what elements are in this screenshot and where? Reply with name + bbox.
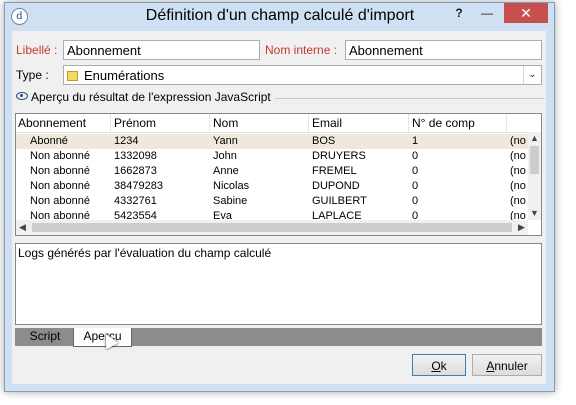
dialog-window: d Définition d'un champ calculé d'import…	[4, 2, 555, 392]
table-cell: Non abonné	[30, 195, 90, 207]
table-cell: Anne	[213, 165, 239, 177]
table-cell: DUPOND	[312, 180, 360, 192]
ok-mnemonic: O	[431, 359, 441, 373]
table-cell: (no	[510, 180, 526, 192]
horizontal-scrollbar[interactable]: ◀ ▶	[16, 220, 528, 235]
column-header[interactable]: N° de comp	[412, 116, 475, 130]
column-divider[interactable]	[506, 114, 507, 132]
type-value: Enumérations	[84, 68, 165, 83]
dialog-body: Libellé : Abonnement Nom interne : Abonn…	[12, 31, 546, 384]
scrollbar-thumb[interactable]	[32, 223, 512, 232]
table-cell: (no	[510, 150, 526, 162]
libelle-input[interactable]: Abonnement	[63, 40, 260, 60]
table-cell: 0	[412, 150, 419, 162]
preview-section-header: Aperçu du résultat de l'expression JavaS…	[12, 90, 546, 105]
column-header[interactable]: Abonnement	[18, 116, 86, 130]
logs-panel[interactable]: Logs générés par l'évaluation du champ c…	[15, 243, 542, 325]
column-divider[interactable]	[408, 114, 409, 132]
preview-table[interactable]: Abonnement Prénom Nom Email N° de comp A…	[15, 113, 542, 236]
table-row[interactable]: Non abonné 1662873 Anne FREMEL 0 (no	[16, 164, 528, 179]
table-cell: Yann	[213, 135, 238, 147]
scrollbar-thumb[interactable]	[530, 146, 539, 174]
table-cell: GUILBERT	[312, 195, 367, 207]
help-button[interactable]: ?	[447, 3, 471, 23]
table-row[interactable]: Non abonné 1332098 John DRUYERS 0 (no	[16, 149, 528, 164]
minimize-button[interactable]: —	[475, 3, 499, 23]
title-bar[interactable]: d Définition d'un champ calculé d'import…	[5, 3, 554, 29]
eye-icon	[16, 92, 28, 100]
tab-script[interactable]: Script	[21, 328, 69, 345]
column-header[interactable]: Nom	[213, 116, 238, 130]
table-cell: Non abonné	[30, 150, 90, 162]
cancel-button[interactable]: Annuler	[472, 354, 542, 376]
preview-section-title: Aperçu du résultat de l'expression JavaS…	[31, 90, 271, 104]
table-cell: 1332098	[114, 150, 157, 162]
divider	[275, 98, 545, 99]
table-row[interactable]: Non abonné 38479283 Nicolas DUPOND 0 (no	[16, 179, 528, 194]
libelle-label: Libellé :	[16, 43, 58, 57]
type-select[interactable]: Enumérations ⌄	[63, 65, 542, 85]
table-cell: 1234	[114, 135, 139, 147]
enumeration-icon	[67, 71, 78, 81]
scroll-left-icon[interactable]: ◀	[16, 220, 29, 235]
scroll-right-icon[interactable]: ▶	[515, 220, 528, 235]
table-cell: 0	[412, 180, 419, 192]
table-cell: (no	[510, 195, 526, 207]
type-label: Type :	[16, 68, 49, 82]
table-cell: 1	[412, 135, 419, 147]
cancel-label-rest: nnuler	[494, 359, 528, 373]
column-header[interactable]: Email	[312, 116, 342, 130]
nom-interne-label: Nom interne :	[265, 43, 338, 57]
table-cell: (no	[510, 165, 526, 177]
table-header: Abonnement Prénom Nom Email N° de comp	[16, 114, 541, 133]
table-cell: 0	[412, 195, 419, 207]
table-cell: DRUYERS	[312, 150, 366, 162]
table-cell: 0	[412, 165, 419, 177]
table-cell: BOS	[312, 135, 336, 147]
table-cell: John	[213, 150, 237, 162]
column-divider[interactable]	[209, 114, 210, 132]
table-cell: Non abonné	[30, 165, 90, 177]
close-button[interactable]: ✕	[504, 3, 548, 23]
column-divider[interactable]	[110, 114, 111, 132]
chevron-down-icon[interactable]: ⌄	[523, 66, 541, 84]
ok-label-rest: k	[440, 359, 447, 373]
tab-bar: Script Aperçu	[15, 328, 542, 347]
table-cell: 1662873	[114, 165, 157, 177]
table-cell: Nicolas	[213, 180, 250, 192]
vertical-scrollbar[interactable]: ▲ ▼	[528, 132, 541, 220]
table-cell: 38479283	[114, 180, 163, 192]
scroll-down-icon[interactable]: ▼	[528, 207, 541, 220]
table-cell: 4332761	[114, 195, 157, 207]
window-title: Définition d'un champ calculé d'import	[145, 7, 415, 24]
table-row[interactable]: Abonné 1234 Yann BOS 1 (no	[16, 134, 528, 149]
table-cell: (no	[510, 135, 526, 147]
column-divider[interactable]	[308, 114, 309, 132]
table-row[interactable]: Non abonné 4332761 Sabine GUILBERT 0 (no	[16, 194, 528, 209]
table-cell: Sabine	[213, 195, 248, 207]
nom-interne-input[interactable]: Abonnement	[345, 40, 542, 60]
table-cell: FREMEL	[312, 165, 357, 177]
scroll-up-icon[interactable]: ▲	[528, 132, 541, 145]
column-header[interactable]: Prénom	[114, 116, 156, 130]
table-cell: Abonné	[30, 135, 68, 147]
logs-title: Logs générés par l'évaluation du champ c…	[18, 246, 272, 260]
ok-button[interactable]: Ok	[412, 354, 466, 376]
app-logo-icon: d	[11, 8, 28, 25]
table-cell: Non abonné	[30, 180, 90, 192]
